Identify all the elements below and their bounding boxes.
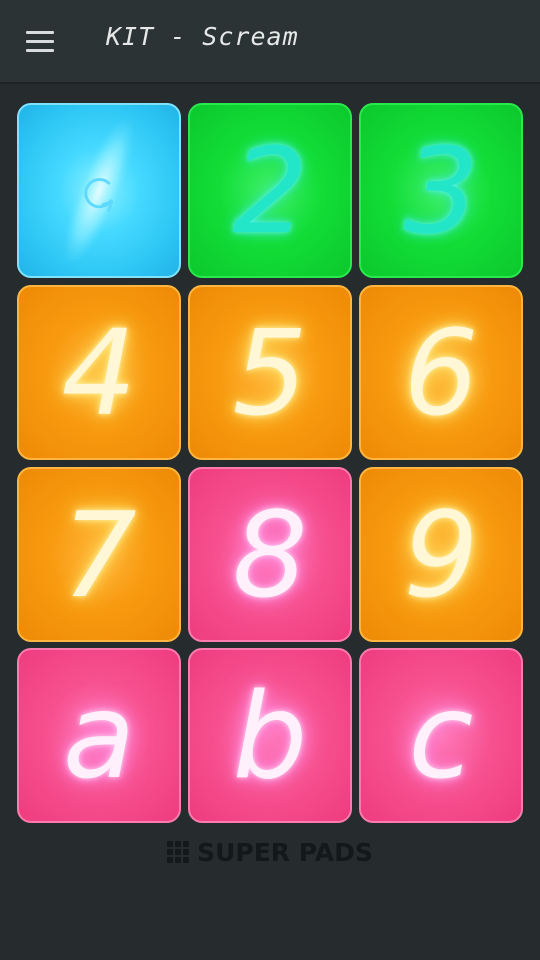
- pad-label: 3: [403, 121, 479, 260]
- menu-bar: [26, 31, 54, 34]
- super-pads-button[interactable]: SUPER PADS: [0, 836, 540, 868]
- app-bar: KIT - Scream: [0, 0, 540, 84]
- pad-6[interactable]: 6: [359, 285, 523, 460]
- menu-bar: [26, 40, 54, 43]
- pad-4[interactable]: 4: [17, 285, 181, 460]
- pad-label: c: [408, 666, 474, 805]
- pad-7[interactable]: 7: [17, 467, 181, 642]
- pad-label: 4: [61, 303, 137, 442]
- pad-label: 9: [403, 485, 479, 624]
- pad-9[interactable]: 9: [359, 467, 523, 642]
- hamburger-menu-icon[interactable]: [22, 26, 60, 58]
- pad-label: b: [232, 666, 308, 805]
- pad-label: 8: [232, 485, 308, 624]
- menu-bar: [26, 49, 54, 52]
- pad-b[interactable]: b: [188, 648, 352, 823]
- pad-8[interactable]: 8: [188, 467, 352, 642]
- pad-c[interactable]: c: [359, 648, 523, 823]
- kit-title: KIT - Scream: [106, 22, 299, 51]
- refresh-icon: [63, 116, 135, 266]
- pad-label: 7: [61, 485, 137, 624]
- pad-grid: 2 3 4 5 6 7 8 9 a b c: [17, 103, 523, 823]
- grid-icon: [167, 841, 190, 863]
- pad-label: 6: [403, 303, 479, 442]
- pad-label: 5: [232, 303, 308, 442]
- pad-2[interactable]: 2: [188, 103, 352, 278]
- pad-5[interactable]: 5: [188, 285, 352, 460]
- super-pads-label: SUPER PADS: [197, 837, 373, 867]
- pad-a[interactable]: a: [17, 648, 181, 823]
- pad-1[interactable]: [17, 103, 181, 278]
- pad-label: 2: [232, 121, 308, 260]
- pad-3[interactable]: 3: [359, 103, 523, 278]
- pad-label: a: [62, 666, 136, 805]
